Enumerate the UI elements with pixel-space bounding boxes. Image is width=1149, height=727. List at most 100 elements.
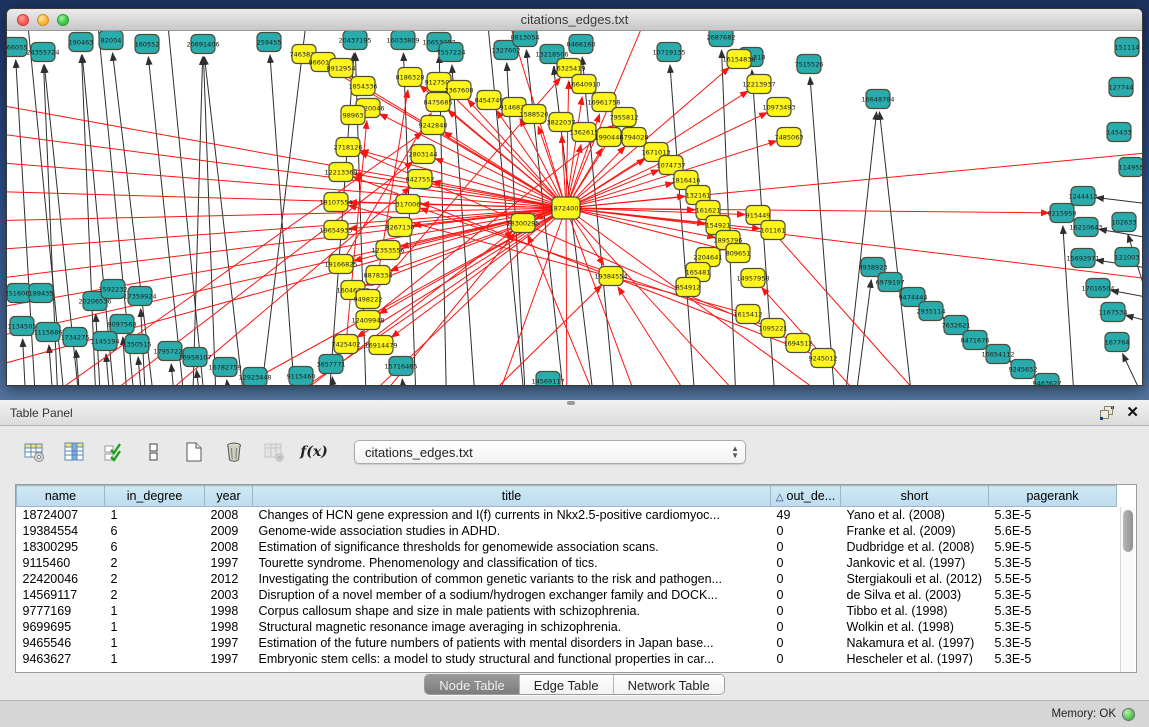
column-visibility-icon[interactable] bbox=[62, 440, 86, 464]
network-node[interactable]: 8878334 bbox=[364, 266, 393, 285]
network-node[interactable]: 1350515 bbox=[123, 335, 152, 354]
network-hub-node[interactable]: 18724007 bbox=[549, 197, 582, 219]
table-row[interactable]: 977716911998Corpus callosum shape and si… bbox=[17, 603, 1117, 619]
tab-network-table[interactable]: Network Table bbox=[614, 675, 724, 694]
network-node[interactable]: 9242848 bbox=[419, 116, 448, 135]
network-node[interactable]: 151114 bbox=[1115, 38, 1140, 57]
network-node[interactable]: 12213937 bbox=[742, 75, 775, 94]
network-node[interactable]: 12353556 bbox=[371, 241, 404, 260]
network-node[interactable]: 809651 bbox=[726, 244, 751, 263]
table-row[interactable]: 911546021997Tourette syndrome. Phenomeno… bbox=[17, 555, 1117, 571]
network-node[interactable]: 16782759 bbox=[208, 358, 241, 377]
splitter-handle[interactable] bbox=[567, 401, 575, 405]
network-node[interactable]: 259455 bbox=[257, 33, 282, 52]
window-titlebar[interactable]: citations_edges.txt bbox=[7, 9, 1142, 31]
network-node[interactable]: 8475685 bbox=[424, 93, 453, 112]
network-node[interactable]: 1854336 bbox=[349, 77, 378, 96]
table-row[interactable]: 946362711997Embryonic stem cells: a mode… bbox=[17, 651, 1117, 667]
network-node[interactable]: 8912954 bbox=[327, 59, 356, 78]
network-node[interactable]: 16648784 bbox=[861, 90, 894, 109]
network-node[interactable]: 20437195 bbox=[338, 31, 371, 50]
network-node[interactable]: 10973493 bbox=[762, 98, 795, 117]
network-node[interactable]: 24355724 bbox=[26, 43, 59, 62]
network-node[interactable]: 854912 bbox=[676, 278, 701, 297]
table-row[interactable]: 1872400712008Changes of HCN gene express… bbox=[17, 507, 1117, 523]
network-node[interactable]: 14569117 bbox=[531, 372, 564, 387]
network-node[interactable]: 9498222 bbox=[354, 290, 383, 309]
zoom-window-icon[interactable] bbox=[57, 14, 69, 26]
network-node[interactable]: 1095221 bbox=[759, 319, 788, 338]
network-node[interactable]: 9463627 bbox=[1033, 374, 1062, 387]
network-node[interactable]: 1244413 bbox=[1069, 187, 1098, 206]
network-node[interactable]: 121003 bbox=[1115, 248, 1140, 267]
network-node[interactable]: 1734275 bbox=[61, 328, 90, 347]
network-node[interactable]: 160552 bbox=[135, 35, 160, 54]
network-node[interactable]: 12409948 bbox=[351, 311, 384, 330]
network-node[interactable]: 16033809 bbox=[386, 31, 419, 50]
column-header-name[interactable]: name bbox=[17, 486, 105, 507]
network-node[interactable]: 1588520 bbox=[520, 105, 549, 124]
network-node[interactable]: 8186328 bbox=[396, 68, 425, 87]
network-node[interactable]: 19654935 bbox=[319, 221, 352, 240]
network-node[interactable]: 8427552 bbox=[406, 170, 435, 189]
network-node[interactable]: 317006 bbox=[396, 195, 421, 214]
column-header-year[interactable]: year bbox=[205, 486, 253, 507]
network-node[interactable]: 7955812 bbox=[610, 108, 639, 127]
network-node[interactable]: 189435 bbox=[29, 284, 54, 303]
network-node[interactable]: 19384554 bbox=[594, 267, 627, 286]
network-node[interactable]: 18300295 bbox=[506, 214, 539, 233]
table-row[interactable]: 1456911722003Disruption of a novel membe… bbox=[17, 587, 1117, 603]
network-node[interactable]: 8215958 bbox=[1048, 204, 1077, 223]
network-node[interactable]: 14957958 bbox=[736, 269, 769, 288]
network-node[interactable]: 101161 bbox=[761, 221, 786, 240]
network-node[interactable]: 1145194 bbox=[91, 332, 120, 351]
node-table[interactable]: namein_degreeyeartitle△out_de...shortpag… bbox=[15, 484, 1137, 673]
minimize-window-icon[interactable] bbox=[37, 14, 49, 26]
network-node[interactable]: 8471676 bbox=[961, 331, 990, 350]
network-node[interactable]: 2718126 bbox=[334, 138, 363, 157]
network-node[interactable]: 114955 bbox=[1119, 158, 1142, 177]
network-node[interactable]: 9097568 bbox=[108, 315, 137, 334]
network-node[interactable]: 2803144 bbox=[409, 145, 438, 164]
table-selector-dropdown[interactable]: citations_edges.txt ▲▼ bbox=[354, 440, 746, 464]
network-view-window[interactable]: citations_edges.txt 16605524355724190463… bbox=[6, 8, 1143, 386]
network-node[interactable]: 167764 bbox=[1105, 333, 1130, 352]
network-node[interactable]: 18107554 bbox=[319, 193, 352, 212]
network-node[interactable]: 7557224 bbox=[437, 43, 466, 62]
table-row[interactable]: 969969511998Structural magnetic resonanc… bbox=[17, 619, 1117, 635]
row-select-icon[interactable] bbox=[102, 440, 126, 464]
network-node[interactable]: 145433 bbox=[1107, 123, 1132, 142]
function-builder-icon[interactable]: f(x) bbox=[302, 440, 326, 464]
network-node[interactable]: 12213369 bbox=[324, 163, 357, 182]
delete-attribute-icon[interactable] bbox=[222, 440, 246, 464]
network-node[interactable]: 6794028 bbox=[620, 128, 649, 147]
float-panel-icon[interactable] bbox=[1100, 406, 1114, 420]
network-node[interactable]: 16210643 bbox=[1069, 218, 1102, 237]
network-node[interactable]: 9245652 bbox=[1009, 360, 1038, 379]
memory-status-icon[interactable] bbox=[1122, 708, 1135, 721]
table-row[interactable]: 1938455462009Genome-wide association stu… bbox=[17, 523, 1117, 539]
column-header-title[interactable]: title bbox=[253, 486, 771, 507]
network-node[interactable]: 10719135 bbox=[652, 43, 685, 62]
column-header-short[interactable]: short bbox=[841, 486, 989, 507]
network-node[interactable]: 15716485 bbox=[384, 357, 417, 376]
column-header-in_degree[interactable]: in_degree bbox=[105, 486, 205, 507]
network-node[interactable]: 102633 bbox=[1112, 213, 1137, 232]
network-node[interactable]: 98963 bbox=[341, 106, 365, 125]
table-settings-icon[interactable] bbox=[22, 440, 46, 464]
network-node[interactable]: 1592232 bbox=[99, 280, 128, 299]
network-node[interactable]: 8466160 bbox=[567, 35, 596, 54]
network-node[interactable]: 2687682 bbox=[707, 31, 736, 47]
network-node[interactable]: 9115460 bbox=[287, 367, 316, 386]
network-node[interactable]: 1115686 bbox=[34, 323, 63, 342]
network-node[interactable]: 7425402 bbox=[332, 335, 361, 354]
network-node[interactable]: 1615412 bbox=[734, 305, 763, 324]
table-vertical-scrollbar[interactable] bbox=[1120, 507, 1135, 673]
close-panel-icon[interactable]: ✕ bbox=[1126, 406, 1139, 420]
network-node[interactable]: 166055 bbox=[7, 38, 27, 57]
network-node[interactable]: 16640910 bbox=[567, 75, 600, 94]
network-node[interactable]: 8267130 bbox=[386, 218, 415, 237]
network-node[interactable]: 1167534 bbox=[1099, 303, 1128, 322]
table-row[interactable]: 2242004622012Investigating the contribut… bbox=[17, 571, 1117, 587]
tab-node-table[interactable]: Node Table bbox=[425, 675, 520, 694]
